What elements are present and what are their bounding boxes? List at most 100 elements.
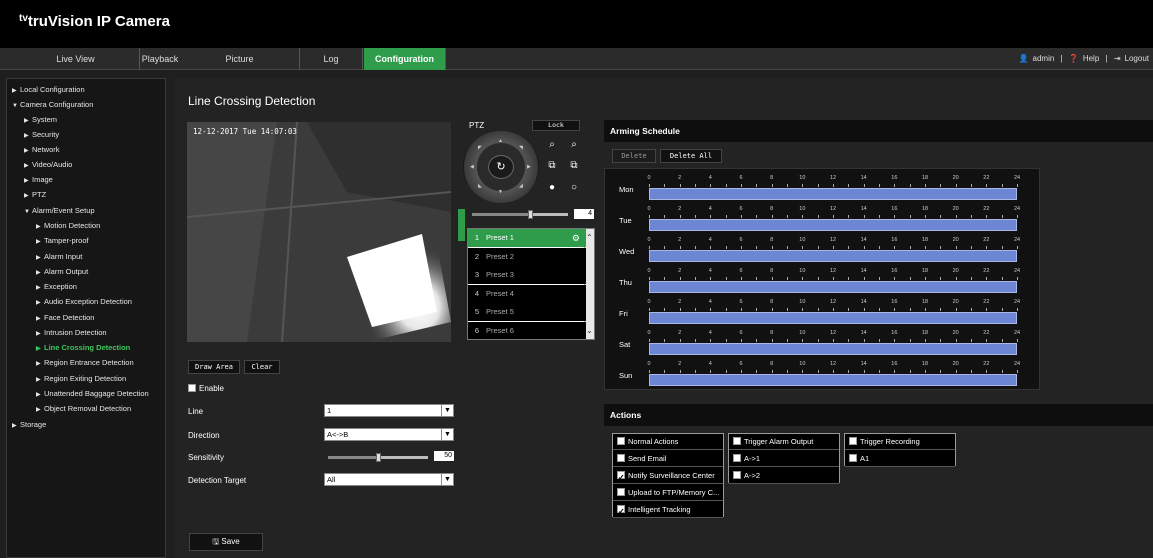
sidebar-item-tamper-proof[interactable]: ▶ Tamper-proof [36,236,89,245]
caret-right-icon[interactable]: ▶ [24,147,32,154]
direction-select[interactable]: A<->B ▼ [324,428,454,441]
caret-down-icon[interactable]: ▼ [24,209,32,215]
focus-far-icon[interactable]: ⧉ [565,159,583,173]
recording-header[interactable]: Trigger Recording [845,434,955,450]
chevron-down-icon[interactable]: ⌄ [586,326,593,335]
sensitivity-slider[interactable] [328,453,428,462]
arrow-right-icon[interactable]: ▶ [527,164,531,170]
sidebar-item-security[interactable]: ▶ Security [24,130,59,139]
caret-right-icon[interactable]: ▶ [36,391,44,398]
save-button[interactable]: 🖫 Save [189,533,263,551]
ptz-speed-slider[interactable] [472,210,568,219]
sidebar-item-face-detection[interactable]: ▶ Face Detection [36,313,94,322]
detection-target-select[interactable]: All ▼ [324,473,454,486]
armed-time-bar[interactable] [649,374,1017,386]
caret-right-icon[interactable]: ▶ [36,299,44,306]
action-checkbox[interactable] [617,469,625,483]
preset-item[interactable]: 5 Preset 5 [468,303,586,322]
sidebar-item-video-audio[interactable]: ▶ Video/Audio [24,160,72,169]
armed-time-bar[interactable] [649,343,1017,355]
tab-picture[interactable]: Picture [180,48,300,70]
tab-log[interactable]: Log [300,48,363,70]
action-option[interactable]: A->1 [729,450,839,467]
delete-all-button[interactable]: Delete All [660,149,722,163]
tab-live-view[interactable]: Live View [12,48,140,70]
ptz-speed-value[interactable]: 4 [574,209,594,219]
caret-right-icon[interactable]: ▶ [12,422,20,429]
caret-right-icon[interactable]: ▶ [12,87,20,94]
preset-item[interactable]: 6 Preset 6 [468,322,586,339]
tab-playback[interactable]: Playback [140,48,180,70]
line-select[interactable]: 1 ▼ [324,404,454,417]
sidebar-item-exception[interactable]: ▶ Exception [36,282,77,291]
sidebar-item-audio-exception-detection[interactable]: ▶ Audio Exception Detection [36,297,132,306]
sidebar-item-line-crossing-detection[interactable]: ▶ Line Crossing Detection [36,343,130,352]
action-checkbox[interactable] [733,454,741,462]
preset-item[interactable]: 1 Preset 1 ⚙ [468,229,586,247]
caret-right-icon[interactable]: ▶ [36,315,44,322]
zoom-in-icon[interactable]: ⌕ [543,138,561,152]
sidebar-item-object-removal-detection[interactable]: ▶ Object Removal Detection [36,404,131,413]
sidebar-item-storage[interactable]: ▶ Storage [12,420,46,429]
sidebar-item-unattended-baggage-detection[interactable]: ▶ Unattended Baggage Detection [36,389,149,398]
arrow-up-left-icon[interactable]: ◤ [478,145,482,151]
caret-right-icon[interactable]: ▶ [36,345,44,352]
caret-right-icon[interactable]: ▶ [24,132,32,139]
preset-item[interactable]: 3 Preset 3 [468,266,586,285]
ptz-speed-handle[interactable] [527,210,533,219]
select-all-checkbox[interactable] [849,437,857,445]
zoom-out-icon[interactable]: ⌕ [565,138,583,152]
normal-header[interactable]: Normal Actions [613,434,723,450]
caret-right-icon[interactable]: ▶ [24,192,32,199]
arrow-down-right-icon[interactable]: ◢ [519,183,523,189]
iris-open-icon[interactable]: ● [543,181,561,195]
live-video-preview[interactable]: 12-12-2017 Tue 14:07:03 [187,122,451,342]
arrow-up-icon[interactable]: ▲ [498,138,503,144]
sensitivity-slider-handle[interactable] [376,453,381,462]
sidebar-item-region-exiting-detection[interactable]: ▶ Region Exiting Detection [36,374,126,383]
caret-right-icon[interactable]: ▶ [36,269,44,276]
sidebar-item-network[interactable]: ▶ Network [24,145,60,154]
action-option[interactable]: A->2 [729,467,839,484]
schedule-grid[interactable]: Mon 0 2 4 6 8 10 12 14 16 18 20 22 24 Tue 0 2 4 6 8 10 12 14 16… [604,168,1040,390]
preset-item[interactable]: 2 Preset 2 [468,247,586,266]
sensitivity-value[interactable]: 50 [434,451,454,461]
admin-link[interactable]: admin [1033,54,1055,63]
select-all-checkbox[interactable] [617,437,625,445]
arrow-up-right-icon[interactable]: ◥ [519,145,523,151]
lock-button[interactable]: Lock [532,120,580,131]
action-option[interactable]: A1 [845,450,955,467]
sidebar-item-camera-configuration[interactable]: ▼ Camera Configuration [12,100,93,109]
armed-time-bar[interactable] [649,188,1017,200]
auto-scan-icon[interactable]: ↻ [488,155,514,179]
caret-right-icon[interactable]: ▶ [36,254,44,261]
preset-item[interactable]: 4 Preset 4 [468,284,586,303]
caret-right-icon[interactable]: ▶ [36,376,44,383]
sidebar-item-image[interactable]: ▶ Image [24,175,53,184]
logout-link[interactable]: Logout [1125,54,1149,63]
action-checkbox[interactable] [617,503,625,517]
sidebar-item-ptz[interactable]: ▶ PTZ [24,190,46,199]
caret-right-icon[interactable]: ▶ [36,406,44,413]
sidebar-item-alarm-output[interactable]: ▶ Alarm Output [36,267,88,276]
arrow-down-left-icon[interactable]: ◣ [478,183,482,189]
caret-right-icon[interactable]: ▶ [36,360,44,367]
action-option[interactable]: Notify Surveillance Center [613,467,723,484]
tab-configuration[interactable]: Configuration [364,48,446,70]
action-option[interactable]: Upload to FTP/Memory C... [613,484,723,501]
alarm-output-header[interactable]: Trigger Alarm Output [729,434,839,450]
caret-right-icon[interactable]: ▶ [24,177,32,184]
action-checkbox[interactable] [849,454,857,462]
arrow-left-icon[interactable]: ◀ [470,164,474,170]
sidebar-item-motion-detection[interactable]: ▶ Motion Detection [36,221,100,230]
gear-icon[interactable]: ⚙ [572,229,580,247]
action-option[interactable]: Send Email [613,450,723,467]
sidebar-item-local-configuration[interactable]: ▶ Local Configuration [12,85,85,94]
caret-right-icon[interactable]: ▶ [24,162,32,169]
action-checkbox[interactable] [617,488,625,496]
sidebar-item-intrusion-detection[interactable]: ▶ Intrusion Detection [36,328,107,337]
sidebar-item-system[interactable]: ▶ System [24,115,57,124]
armed-time-bar[interactable] [649,250,1017,262]
enable-checkbox[interactable] [188,384,196,392]
arrow-down-icon[interactable]: ▼ [498,189,503,195]
